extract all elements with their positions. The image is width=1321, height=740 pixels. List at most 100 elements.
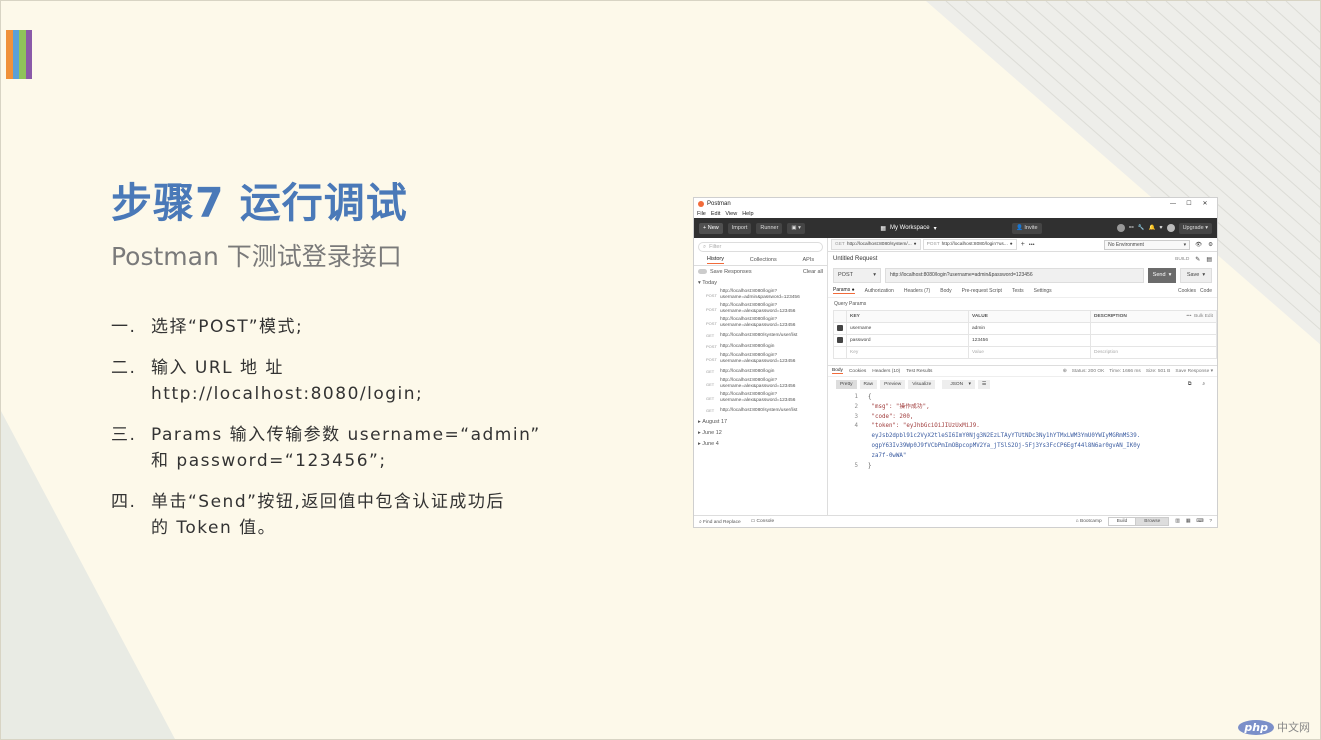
history-item[interactable]: GET http://localhost:8080/system/user/lis… xyxy=(694,405,827,416)
request-name[interactable]: Untitled Request xyxy=(833,256,877,262)
param-key[interactable]: username xyxy=(846,322,969,335)
import-button[interactable]: Import xyxy=(727,222,752,234)
satellite-icon[interactable]: ⚯ xyxy=(1129,225,1134,231)
copy-icon[interactable]: ⧉ xyxy=(1184,379,1195,389)
history-item[interactable]: POST http://localhost:8080/login?username… xyxy=(694,302,827,316)
find-replace-button[interactable]: ⌕ Find and Replace xyxy=(699,519,741,525)
runner-button[interactable]: Runner xyxy=(756,222,783,234)
code-link[interactable]: Code xyxy=(1200,288,1212,294)
history-group-today[interactable]: ▾ Today xyxy=(694,277,827,288)
tab-headers[interactable]: Headers (7) xyxy=(904,288,930,294)
avatar-icon[interactable] xyxy=(1166,224,1175,232)
tab-response-cookies[interactable]: Cookies xyxy=(849,369,866,374)
close-button[interactable]: ✕ xyxy=(1197,200,1213,207)
menu-help[interactable]: Help xyxy=(742,211,753,217)
tab-params[interactable]: Params ● xyxy=(833,287,855,294)
history-item[interactable]: GET http://localhost:8080/login xyxy=(694,366,827,377)
clear-all-link[interactable]: Clear all xyxy=(803,269,823,275)
history-group[interactable]: ▸ June 12 xyxy=(694,427,827,438)
tab-test-results[interactable]: Test Results xyxy=(906,369,932,374)
url-input[interactable]: http://localhost:8080/login?username=adm… xyxy=(885,267,1144,283)
workspace-selector[interactable]: ▦ My Workspace ▾ xyxy=(880,225,936,232)
new-button[interactable]: + New xyxy=(699,222,723,234)
browse-toggle[interactable]: Browse xyxy=(1135,517,1170,526)
sync-icon[interactable] xyxy=(1116,224,1125,232)
wrap-icon[interactable]: ☰ xyxy=(977,379,991,389)
bootcamp-button[interactable]: ⌂ Bootcamp xyxy=(1076,519,1102,524)
new-window-button[interactable]: ▣ ▾ xyxy=(787,222,805,234)
tab-history[interactable]: History xyxy=(706,256,725,264)
menu-edit[interactable]: Edit xyxy=(711,211,720,217)
param-value[interactable]: admin xyxy=(968,322,1091,335)
param-description[interactable] xyxy=(1090,322,1217,335)
request-tab-active[interactable]: POST http://localhost:8080/login?us... ● xyxy=(922,239,1017,250)
two-pane-icon[interactable]: ▦ xyxy=(1186,519,1191,524)
history-group[interactable]: ▸ June 4 xyxy=(694,438,827,449)
format-select[interactable]: JSON ▾ xyxy=(942,379,975,389)
history-item[interactable]: GET http://localhost:8080/login?username=… xyxy=(694,377,827,391)
tab-authorization[interactable]: Authorization xyxy=(865,288,894,294)
tab-collections[interactable]: Collections xyxy=(750,257,777,263)
cookies-link[interactable]: Cookies xyxy=(1178,288,1196,294)
add-tab-icon[interactable]: + xyxy=(1019,241,1027,248)
description-label: DESCRIPTION xyxy=(1094,314,1127,319)
toggle-switch[interactable] xyxy=(698,269,707,274)
pencil-icon[interactable]: ✎ xyxy=(1195,256,1200,263)
preview-button[interactable]: Preview xyxy=(880,379,906,389)
history-item[interactable]: GET http://localhost:8080/login?username=… xyxy=(694,391,827,405)
wrench-icon[interactable]: 🔧 xyxy=(1138,225,1145,231)
keyboard-icon[interactable]: ⌨ xyxy=(1196,519,1203,524)
history-item[interactable]: POST http://localhost:8080/login?username… xyxy=(694,288,827,302)
console-button[interactable]: ▭ Console xyxy=(751,519,774,524)
send-button[interactable]: Send ▾ xyxy=(1148,267,1176,283)
tab-response-headers[interactable]: Headers (10) xyxy=(872,369,900,374)
heart-icon[interactable]: ♥ xyxy=(1159,225,1162,231)
menu-view[interactable]: View xyxy=(725,211,737,217)
minimize-button[interactable]: — xyxy=(1165,201,1181,207)
method-select[interactable]: POST ▾ xyxy=(833,267,881,283)
eye-icon[interactable]: 👁 xyxy=(1195,242,1202,248)
tab-tests[interactable]: Tests xyxy=(1012,288,1024,294)
pretty-button[interactable]: Pretty xyxy=(836,379,857,389)
menu-file[interactable]: File xyxy=(697,211,706,217)
param-description[interactable] xyxy=(1090,334,1217,347)
response-body[interactable]: 1{ 2 "msg": "操作成功", 3 "code": 200, 4 "to… xyxy=(828,391,1217,471)
bulk-edit-link[interactable]: ••• Bulk Edit xyxy=(1186,314,1213,319)
value-placeholder[interactable]: Value xyxy=(968,346,1091,359)
environment-select[interactable]: No Environment ▾ xyxy=(1104,239,1191,250)
save-button[interactable]: Save ▾ xyxy=(1180,267,1212,283)
history-item[interactable]: GET http://localhost:8080/system/user/lis… xyxy=(694,330,827,341)
tab-pre-request[interactable]: Pre-request Script xyxy=(962,288,1002,294)
search-icon[interactable]: ⌕ xyxy=(1198,379,1209,389)
visualize-button[interactable]: Visualize xyxy=(908,379,936,389)
maximize-button[interactable]: ☐ xyxy=(1181,200,1197,207)
history-item[interactable]: POST http://localhost:8080/login?username… xyxy=(694,316,827,330)
history-group[interactable]: ▸ August 17 xyxy=(694,416,827,427)
filter-input[interactable]: ⌕ Filter xyxy=(698,242,823,252)
layout-icon[interactable]: ▥ xyxy=(1175,519,1180,524)
tab-apis[interactable]: APIs xyxy=(802,257,814,263)
save-response-button[interactable]: Save Response ▾ xyxy=(1175,369,1213,374)
comments-icon[interactable]: ▤ xyxy=(1206,256,1212,263)
request-tab[interactable]: GET http://localhost:8080/system/... ● xyxy=(831,239,921,250)
key-placeholder[interactable]: Key xyxy=(846,346,969,359)
raw-button[interactable]: Raw xyxy=(859,379,878,389)
param-key[interactable]: password xyxy=(846,334,969,347)
history-item[interactable]: POST http://localhost:8080/login xyxy=(694,341,827,352)
workspace-label: My Workspace xyxy=(890,225,930,231)
description-placeholder[interactable]: Description xyxy=(1090,346,1217,359)
param-value[interactable]: 123456 xyxy=(968,334,1091,347)
more-icon[interactable]: ••• xyxy=(1029,242,1035,248)
row-checkbox[interactable] xyxy=(833,334,847,347)
invite-button[interactable]: 👤 Invite xyxy=(1012,222,1042,234)
bell-icon[interactable]: 🔔 xyxy=(1148,225,1155,231)
tab-body[interactable]: Body xyxy=(940,288,951,294)
upgrade-button[interactable]: Upgrade ▾ xyxy=(1178,222,1212,234)
history-item[interactable]: POST http://localhost:8080/login?username… xyxy=(694,352,827,366)
build-toggle[interactable]: Build xyxy=(1107,517,1137,526)
help-icon[interactable]: ? xyxy=(1209,519,1212,524)
row-checkbox[interactable] xyxy=(833,322,847,335)
gear-icon[interactable]: ⚙ xyxy=(1208,242,1213,248)
tab-settings[interactable]: Settings xyxy=(1034,288,1052,294)
tab-response-body[interactable]: Body xyxy=(832,368,843,374)
